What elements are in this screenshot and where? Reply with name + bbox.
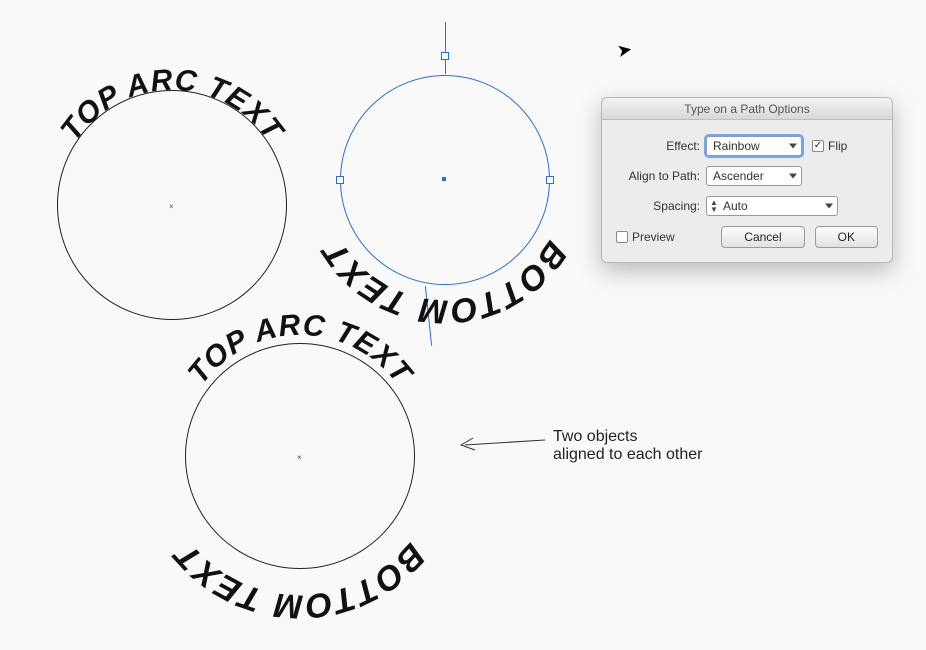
preview-checkbox[interactable]: Preview: [616, 230, 675, 244]
arc-combined-top-label: TOP ARC TEXT: [182, 309, 420, 392]
type-on-path-dialog: Type on a Path Options Effect: Rainbow ✓…: [601, 97, 893, 263]
svg-text:TOP ARC TEXT: TOP ARC TEXT: [182, 309, 420, 392]
spacing-select[interactable]: ▲▼ Auto: [706, 196, 838, 216]
cancel-button[interactable]: Cancel: [721, 226, 804, 248]
align-select[interactable]: Ascender: [706, 166, 802, 186]
chevron-down-icon: [789, 174, 797, 179]
chevron-down-icon: [825, 204, 833, 209]
spacing-label: Spacing:: [616, 199, 700, 213]
effect-label: Effect:: [616, 139, 700, 153]
align-select-value: Ascender: [713, 169, 764, 183]
spacing-select-value: Auto: [723, 199, 748, 213]
dialog-title: Type on a Path Options: [602, 98, 892, 120]
cursor-pointer: ➤: [615, 39, 634, 62]
flip-checkbox-label: Flip: [828, 139, 847, 153]
preview-checkbox-box: [616, 231, 628, 243]
effect-select[interactable]: Rainbow: [706, 136, 802, 156]
arc-combined-bottom-label: BOTTOM TEXT: [166, 534, 433, 625]
chevron-down-icon: [789, 144, 797, 149]
annotation-line2: aligned to each other: [553, 446, 702, 464]
arc-text-combined: TOP ARC TEXT BOTTOM TEXT: [0, 0, 600, 650]
annotation-line1: Two objects: [553, 428, 702, 446]
flip-checkbox[interactable]: ✓ Flip: [812, 139, 847, 153]
svg-text:BOTTOM TEXT: BOTTOM TEXT: [166, 534, 433, 625]
effect-select-value: Rainbow: [713, 139, 760, 153]
stepper-arrows-icon: ▲▼: [710, 199, 718, 213]
flip-checkbox-box: ✓: [812, 140, 824, 152]
canvas[interactable]: × TOP ARC TEXT BOTTOM TEXT ×: [0, 0, 926, 624]
align-label: Align to Path:: [616, 169, 700, 183]
annotation-text: Two objects aligned to each other: [553, 428, 702, 464]
preview-checkbox-label: Preview: [632, 230, 675, 244]
ok-button[interactable]: OK: [815, 226, 878, 248]
annotation-arrow: [455, 420, 555, 460]
